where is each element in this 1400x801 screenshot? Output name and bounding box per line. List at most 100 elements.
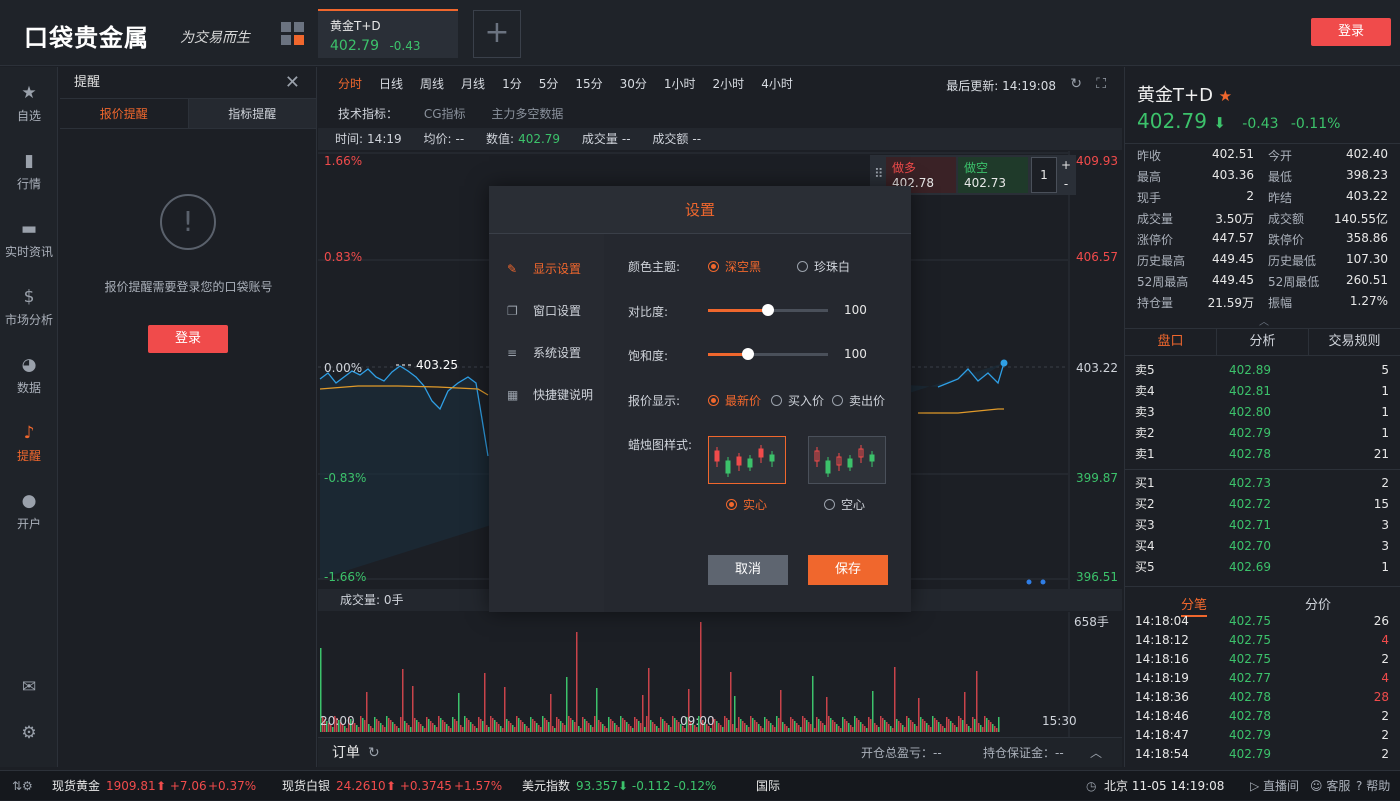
period-tab[interactable]: 2小时 [713, 75, 745, 92]
ticker-usd-name[interactable]: 美元指数 [522, 771, 570, 801]
volume-bar [672, 716, 674, 732]
volume-bar [358, 727, 360, 732]
saturation-label: 饱和度: [628, 349, 669, 363]
tab-indicator-alert[interactable]: 指标提醒 [188, 99, 316, 128]
volume-chart[interactable]: 658手 [318, 612, 1122, 740]
nav-item-data[interactable]: ◕ 数据 [0, 355, 58, 396]
tick-qty: 2 [1381, 652, 1389, 666]
candle-hollow-radio[interactable]: 空心 [824, 496, 865, 513]
tab-trading-rules[interactable]: 交易规则 [1309, 329, 1400, 355]
period-tab[interactable]: 1小时 [664, 75, 696, 92]
period-tab[interactable]: 4小时 [761, 75, 793, 92]
tick-time: 14:18:46 [1135, 709, 1189, 723]
add-tab-button[interactable]: + [473, 10, 521, 58]
price-bid-radio[interactable]: 买入价 [771, 392, 824, 409]
nav-item-alert[interactable]: ♪ 提醒 [0, 423, 58, 464]
contrast-slider[interactable] [708, 304, 828, 316]
order-title[interactable]: 订单 [332, 738, 360, 768]
tab-analysis[interactable]: 分析 [1217, 329, 1309, 355]
collapse-icon[interactable]: ︿ [1090, 738, 1102, 768]
save-button[interactable]: 保存 [808, 555, 888, 585]
order-book-row[interactable]: 卖5 402.89 5 [1125, 360, 1400, 381]
saturation-slider[interactable] [708, 348, 828, 360]
order-book-row[interactable]: 买1 402.73 2 [1125, 473, 1400, 494]
refresh-icon[interactable]: ↻ [1070, 76, 1082, 92]
contrast-value: 100 [844, 303, 867, 317]
login-button[interactable]: 登录 [1311, 18, 1391, 46]
order-book-row[interactable]: 买3 402.71 3 [1125, 515, 1400, 536]
period-tab[interactable]: 月线 [461, 75, 485, 92]
theme-light-radio[interactable]: 珍珠白 [797, 258, 850, 275]
drag-handle-icon[interactable]: ⠿ [874, 167, 884, 182]
live-room-link[interactable]: ▷ 直播间 [1250, 771, 1299, 801]
order-book-row[interactable]: 卖3 402.80 1 [1125, 402, 1400, 423]
help-link[interactable]: ? 帮助 [1356, 771, 1390, 801]
close-icon[interactable]: ✕ [285, 67, 300, 99]
tab-price-volume[interactable]: 分价 [1305, 594, 1331, 613]
candle-solid-radio[interactable]: 实心 [726, 496, 767, 513]
price-last-radio[interactable]: 最新价 [708, 392, 761, 409]
volume-bar [836, 724, 838, 732]
order-book-row[interactable]: 卖2 402.79 1 [1125, 423, 1400, 444]
layout-grid-icon[interactable] [281, 22, 305, 46]
quantity-input[interactable]: 1 [1031, 157, 1057, 193]
nav-item-analysis[interactable]: $ 市场分析 [0, 287, 58, 328]
order-book-row[interactable]: 买2 402.72 15 [1125, 494, 1400, 515]
order-book-row[interactable]: 卖4 402.81 1 [1125, 381, 1400, 402]
tab-price-alert[interactable]: 报价提醒 [60, 99, 189, 128]
menu-shortcuts[interactable]: ▦ 快捷键说明 [507, 386, 593, 403]
order-book-row[interactable]: 卖1 402.78 21 [1125, 444, 1400, 465]
ticker-silver-name[interactable]: 现货白银 [282, 771, 330, 801]
customer-service-link[interactable]: ☺ 客服 [1310, 771, 1350, 801]
favorite-star-icon[interactable]: ★ [1219, 87, 1232, 105]
tab-order-book[interactable]: 盘口 [1125, 329, 1217, 355]
quantity-plus-button[interactable]: + [1058, 157, 1074, 174]
user-icon: ● [21, 491, 37, 511]
indicator-cg[interactable]: CG指标 [424, 107, 466, 121]
volume-bar [382, 725, 384, 732]
nav-item-news[interactable]: ▬ 实时资讯 [0, 219, 58, 260]
indicator-main-force[interactable]: 主力多空数据 [491, 107, 563, 121]
order-refresh-icon[interactable]: ↻ [368, 738, 380, 768]
saturation-value: 100 [844, 347, 867, 361]
sell-short-button[interactable]: 做空 402.73 [958, 157, 1028, 193]
candle-solid-preview[interactable] [708, 436, 786, 484]
menu-system-settings[interactable]: ≡ 系统设置 [507, 344, 581, 361]
expand-icon[interactable]: ︿ [1259, 313, 1269, 328]
product-tab[interactable]: 黄金T+D 402.79 -0.43 [318, 9, 458, 58]
period-tab[interactable]: 5分 [539, 75, 559, 92]
volume-bar [376, 719, 378, 732]
nav-item-market[interactable]: ▮ 行情 [0, 151, 58, 192]
fullscreen-icon[interactable]: ⛶ [1096, 76, 1106, 92]
slider-knob[interactable] [741, 348, 754, 360]
volume-bar [990, 722, 992, 732]
period-tab[interactable]: 周线 [420, 75, 444, 92]
period-tab[interactable]: 1分 [502, 75, 522, 92]
period-tab[interactable]: 15分 [575, 75, 602, 92]
ticker-intl-name[interactable]: 国际 [756, 771, 780, 801]
period-tab[interactable]: 分时 [338, 75, 362, 92]
volume-bar [730, 672, 732, 732]
time-axis-label: 20:00 [320, 714, 355, 728]
slider-knob[interactable] [762, 304, 774, 316]
alert-login-button[interactable]: 登录 [148, 325, 228, 353]
quantity-minus-button[interactable]: - [1058, 176, 1074, 193]
menu-window-settings[interactable]: ❐ 窗口设置 [507, 302, 581, 319]
cancel-button[interactable]: 取消 [708, 555, 788, 585]
menu-display-settings[interactable]: ✎ 显示设置 [507, 260, 581, 277]
volume-bar [572, 720, 574, 732]
nav-item-account[interactable]: ● 开户 [0, 491, 58, 532]
order-book-row[interactable]: 买5 402.69 1 [1125, 557, 1400, 578]
mail-button[interactable]: ✉ [0, 677, 58, 701]
ticker-gold-name[interactable]: 现货黄金 [52, 771, 100, 801]
tick-qty: 2 [1381, 728, 1389, 742]
nav-item-watchlist[interactable]: ★ 自选 [0, 83, 58, 124]
settings-button[interactable]: ⚙ [0, 723, 58, 747]
price-ask-radio[interactable]: 卖出价 [832, 392, 885, 409]
candle-hollow-preview[interactable] [808, 436, 886, 484]
theme-dark-radio[interactable]: 深空黑 [708, 258, 761, 275]
ticker-settings-icon[interactable]: ⇅⚙ [12, 771, 33, 801]
period-tab[interactable]: 日线 [379, 75, 403, 92]
order-book-row[interactable]: 买4 402.70 3 [1125, 536, 1400, 557]
period-tab[interactable]: 30分 [620, 75, 647, 92]
